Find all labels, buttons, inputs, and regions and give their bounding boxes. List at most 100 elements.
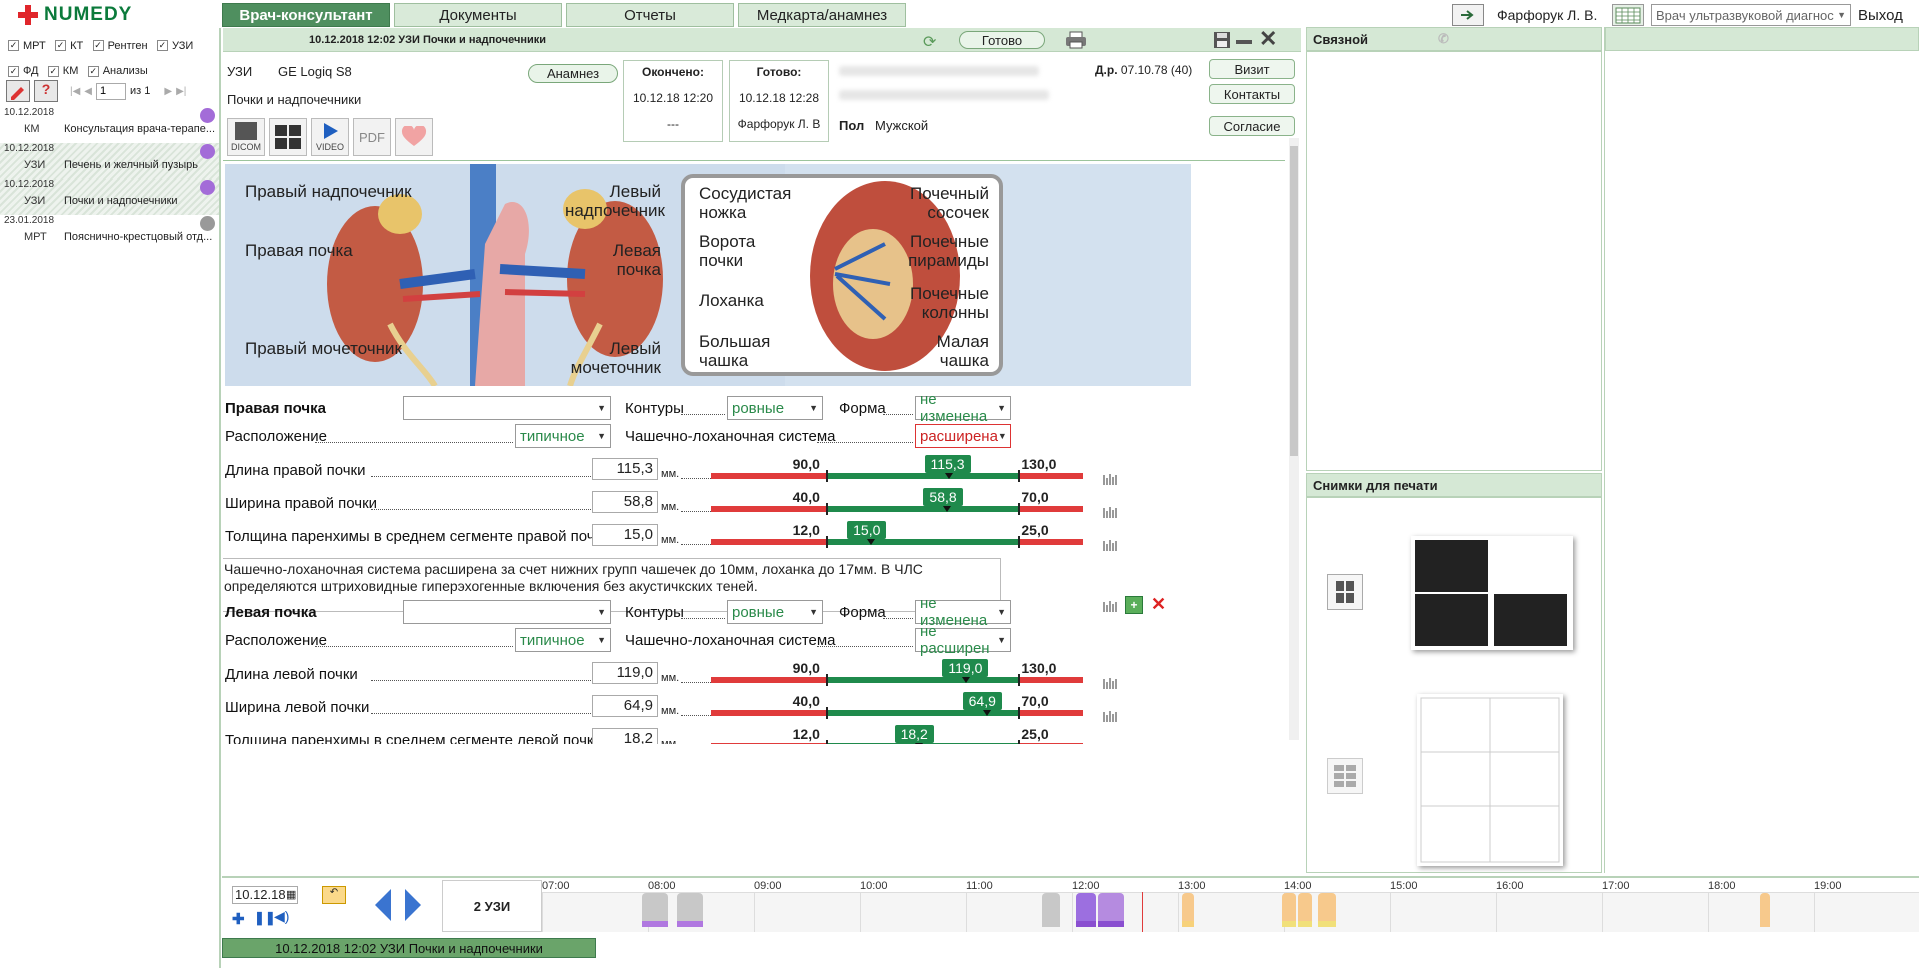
last-page-icon[interactable]: ▶| <box>176 86 186 97</box>
anamnez-button[interactable]: Анамнез <box>528 64 618 83</box>
dicom-icon[interactable]: DICOM <box>227 118 265 156</box>
timeline-event[interactable] <box>1760 893 1770 927</box>
filter-mrt[interactable]: ✓ МРТ <box>8 34 46 58</box>
save-icon[interactable] <box>1213 31 1231 52</box>
pause-icon[interactable]: ❚❚ <box>254 910 276 926</box>
chart-icon[interactable] <box>1103 600 1119 612</box>
add-note-icon[interactable]: + <box>1125 596 1143 614</box>
position-select[interactable]: типичное ▼ <box>515 424 611 448</box>
sound-icon[interactable]: ◀) <box>274 908 289 925</box>
history-item[interactable]: 10.12.2018 УЗИ Печень и желчный пузырь <box>0 143 219 179</box>
add-icon[interactable]: ✚ <box>232 910 245 928</box>
chart-icon[interactable] <box>1103 473 1119 485</box>
pdf-icon[interactable]: PDF <box>353 118 391 156</box>
status-dot-icon <box>200 144 215 159</box>
grid-images-icon[interactable] <box>269 118 307 156</box>
measure-input[interactable]: 115,3 <box>592 458 658 480</box>
edit-icon[interactable] <box>6 80 30 102</box>
layout-6-icon[interactable] <box>1327 758 1363 794</box>
tab-doctor-consultant[interactable]: Врач-консультант <box>222 3 390 27</box>
open-study-tab[interactable]: 10.12.2018 12:02 УЗИ Почки и надпочечник… <box>222 938 596 958</box>
delete-note-icon[interactable]: ✕ <box>1151 594 1166 615</box>
contour-select[interactable]: ровные ▼ <box>727 600 823 624</box>
tab-documents[interactable]: Документы <box>394 3 562 27</box>
filter-kt[interactable]: ✓ КТ <box>55 34 83 58</box>
calendar-small-icon[interactable]: ▦ <box>286 888 296 901</box>
timeline-prev-icon[interactable] <box>374 888 392 925</box>
pcs-select[interactable]: не расширен ▼ <box>915 623 1011 657</box>
checkbox-icon: ✓ <box>8 40 19 51</box>
filter-xray[interactable]: ✓ Рентген <box>92 34 148 58</box>
print-sheet-2[interactable] <box>1417 694 1563 866</box>
timeline-next-icon[interactable] <box>404 888 422 925</box>
timeline-event[interactable] <box>642 893 668 927</box>
scale-min-label: 40,0 <box>792 489 820 505</box>
role-select[interactable]: Врач ультразвуковой диагнос ▼ <box>1651 4 1851 26</box>
timeline-event[interactable] <box>1042 893 1060 927</box>
timeline-hour: 17:00 <box>1602 880 1630 892</box>
timeline-track[interactable]: 07:00 08:00 09:00 10:00 11:00 12:00 13:00 14:00… <box>542 880 1919 932</box>
timeline-event[interactable] <box>677 893 703 927</box>
video-icon[interactable]: VIDEO <box>311 118 349 156</box>
timeline-gridline <box>1072 892 1073 932</box>
page-input[interactable] <box>96 82 126 100</box>
history-item[interactable]: 23.01.2018 МРТ Пояснично-крестцовый отд..… <box>0 215 219 251</box>
calendar-icon[interactable] <box>1612 4 1644 26</box>
layout-4-icon[interactable] <box>1327 574 1363 610</box>
tab-reports[interactable]: Отчеты <box>566 3 734 27</box>
filter-uzi[interactable]: ✓ УЗИ <box>156 34 193 58</box>
scrollbar-thumb[interactable] <box>1290 146 1298 456</box>
contour-select[interactable]: ровные ▼ <box>727 396 823 420</box>
chart-icon[interactable] <box>1103 710 1119 722</box>
history-item[interactable]: 10.12.2018 УЗИ Почки и надпочечники <box>0 179 219 215</box>
refresh-icon[interactable]: ⟳ <box>923 32 936 52</box>
chart-icon[interactable] <box>1103 506 1119 518</box>
section-select[interactable]: ▼ <box>403 600 611 624</box>
study-device: GE Logiq S8 <box>278 64 352 79</box>
dotted-leader <box>817 646 913 647</box>
next-page-icon[interactable]: ▶ <box>164 86 172 97</box>
pcs-select[interactable]: расширена ▼ <box>915 424 1011 448</box>
login-arrow-icon[interactable] <box>1452 4 1484 26</box>
close-icon[interactable]: ✕ <box>1259 28 1277 50</box>
print-sheet-1[interactable] <box>1411 536 1573 650</box>
tab-medcard[interactable]: Медкарта/анамнез <box>738 3 906 27</box>
exit-link[interactable]: Выход <box>1858 3 1903 27</box>
minimize-icon[interactable] <box>1236 40 1252 44</box>
contacts-button[interactable]: Контакты <box>1209 84 1295 104</box>
print-icon[interactable] <box>1065 31 1087 52</box>
shape-select[interactable]: не изменена ▼ <box>915 391 1011 425</box>
visit-button[interactable]: Визит <box>1209 59 1295 79</box>
scale-value-marker <box>943 506 952 512</box>
measure-input[interactable]: 15,0 <box>592 524 658 546</box>
section-select[interactable]: ▼ <box>403 396 611 420</box>
timeline-event[interactable] <box>1318 893 1336 927</box>
measure-input[interactable]: 58,8 <box>592 491 658 513</box>
shape-select[interactable]: не изменена ▼ <box>915 595 1011 629</box>
phone-icon[interactable]: ✆ <box>1438 31 1449 47</box>
chart-icon[interactable] <box>1103 743 1119 744</box>
prev-page-icon[interactable]: ◀ <box>84 86 92 97</box>
timeline-event[interactable] <box>1182 893 1194 927</box>
timeline-event[interactable] <box>1076 893 1096 927</box>
history-item[interactable]: 10.12.2018 КМ Консультация врача-терапе..… <box>0 107 219 143</box>
timeline-event[interactable] <box>1098 893 1124 927</box>
study-modality: УЗИ <box>227 64 253 79</box>
timeline-event[interactable] <box>1298 893 1312 927</box>
scale-max-label: 130,0 <box>1021 660 1057 676</box>
first-page-icon[interactable]: |◀ <box>70 86 80 97</box>
measure-input[interactable]: 64,9 <box>592 695 658 717</box>
help-icon[interactable]: ? <box>34 80 58 102</box>
measure-input[interactable]: 18,2 <box>592 728 658 744</box>
consent-button[interactable]: Согласие <box>1209 116 1295 136</box>
chart-icon[interactable] <box>1103 677 1119 689</box>
form-scrollbar[interactable] <box>1289 138 1299 740</box>
ready-button[interactable]: Готово <box>959 31 1045 49</box>
timeline-action-icon[interactable]: ↶ <box>322 886 346 904</box>
chart-icon[interactable] <box>1103 539 1119 551</box>
position-select[interactable]: типичное ▼ <box>515 628 611 652</box>
timeline-event[interactable] <box>1282 893 1296 927</box>
heart-icon[interactable] <box>395 118 433 156</box>
measure-input[interactable]: 119,0 <box>592 662 658 684</box>
history-modality: КМ <box>24 123 40 135</box>
